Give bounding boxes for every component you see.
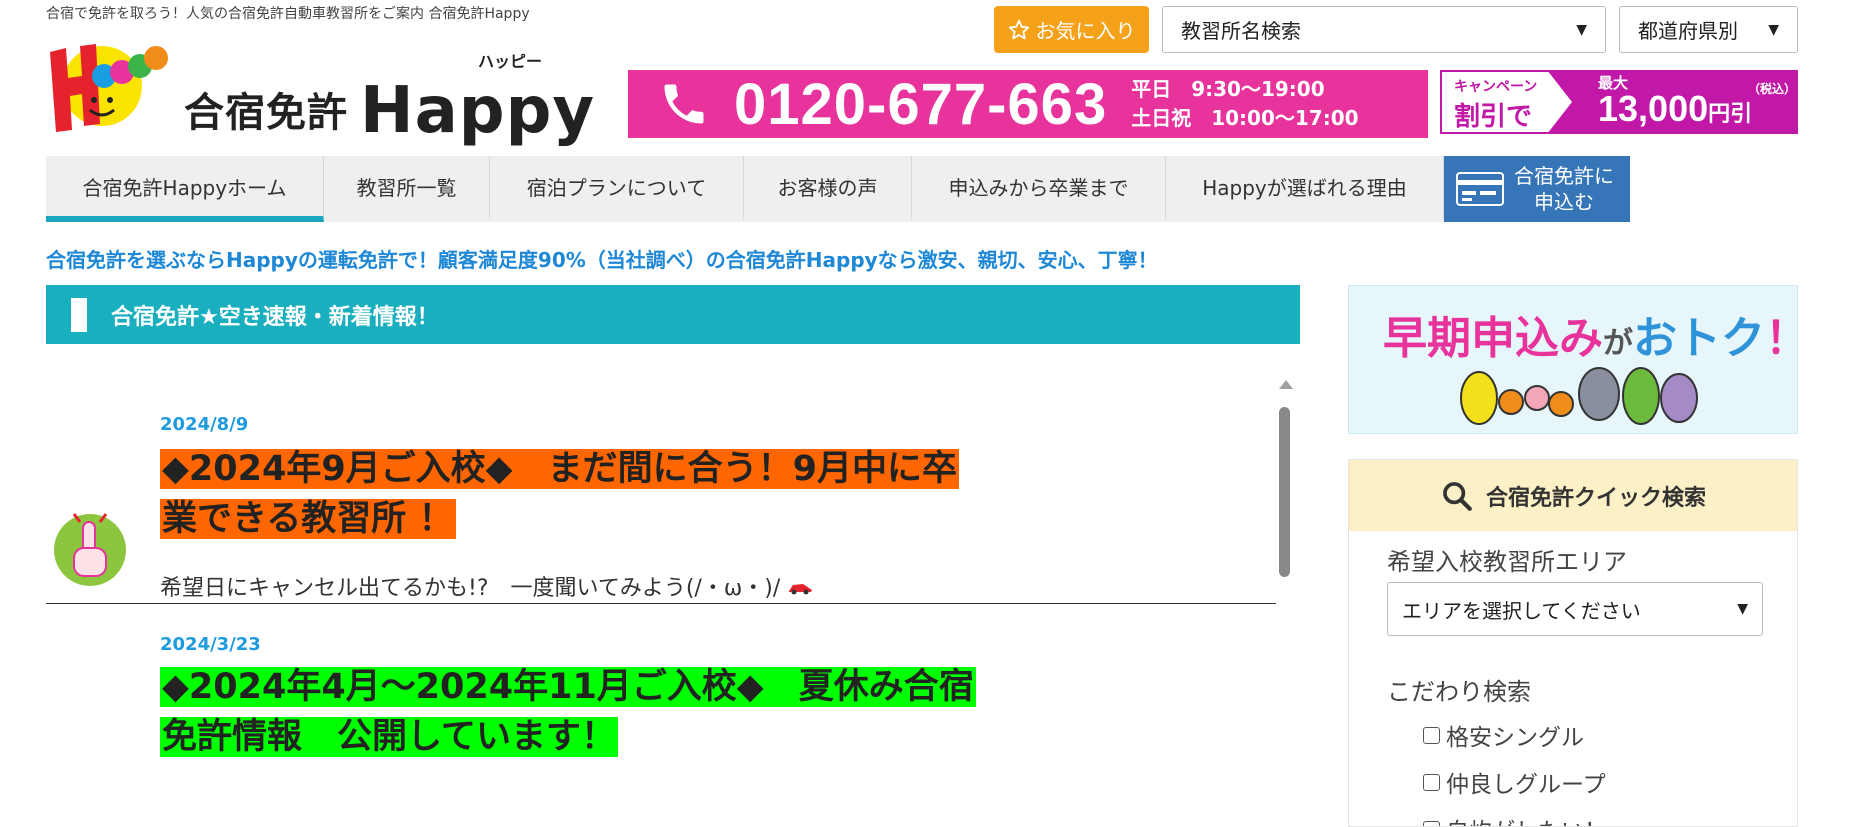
logo-text: 合宿免許 Happy bbox=[184, 68, 595, 148]
apply-label: 合宿免許に 申込む bbox=[1514, 163, 1614, 215]
nav-item-reasons[interactable]: Happyが選ばれる理由 bbox=[1166, 156, 1444, 222]
lead-text: 合宿免許を選ぶならHappyの運転免許で！顧客満足度90%（当社調べ）の合宿免許… bbox=[46, 248, 1158, 272]
mascot-characters-icon bbox=[1460, 367, 1698, 425]
checkbox-box[interactable] bbox=[1423, 726, 1440, 744]
quick-search-header: 合宿免許クイック検索 bbox=[1349, 460, 1797, 531]
campaign-amount: 13,000円引 bbox=[1598, 88, 1752, 130]
campaign-arrow: キャンペーン 割引で bbox=[1442, 72, 1572, 132]
logo-text-main: 合宿免許 bbox=[184, 90, 348, 136]
news-title-line1: ◆2024年9月ご入校◆ まだ間に合う！9月中に卒 bbox=[160, 449, 959, 489]
banner-part3: おトク bbox=[1633, 313, 1765, 364]
news-title[interactable]: ◆2024年9月ご入校◆ まだ間に合う！9月中に卒 業できる教習所 ！ bbox=[160, 444, 1060, 544]
campaign-banner[interactable]: キャンペーン 割引で 最大 （税込） 13,000円引 bbox=[1440, 70, 1798, 134]
pointing-finger-icon bbox=[54, 513, 126, 586]
news-body-text: 希望日にキャンセル出てるかも!? 一度聞いてみよう(/・ω・)/ bbox=[160, 576, 781, 601]
apply-label-line2: 申込む bbox=[1534, 190, 1594, 214]
early-booking-title: 早期申込みがおトク！ bbox=[1383, 302, 1809, 366]
quick-search-title: 合宿免許クイック検索 bbox=[1485, 485, 1706, 511]
early-booking-banner[interactable]: 早期申込みがおトク！ bbox=[1348, 285, 1809, 434]
campaign-unit: 円引 bbox=[1708, 101, 1753, 126]
checkbox-friends-group[interactable]: 仲良しグループ bbox=[1423, 765, 1606, 799]
site-tagline: 合宿で免許を取ろう！人気の合宿免許自動車教習所をご案内 合宿免許Happy bbox=[46, 6, 530, 22]
hours-weekend: 土日祝 10:00～17:00 bbox=[1131, 106, 1359, 130]
checkbox-box[interactable] bbox=[1423, 820, 1440, 826]
checkbox-budget-single[interactable]: 格安シングル bbox=[1423, 718, 1584, 752]
nav-item-flow[interactable]: 申込みから卒業まで bbox=[912, 156, 1166, 222]
phone-icon bbox=[654, 74, 714, 134]
chevron-down-icon: ▼ bbox=[1576, 21, 1587, 38]
news-section-title: 合宿免許★空き速報・新着情報！ bbox=[111, 304, 439, 330]
news-scrollbar[interactable] bbox=[1276, 380, 1294, 827]
banner-part2: が bbox=[1603, 326, 1633, 361]
news-title[interactable]: ◆2024年4月～2024年11月ご入校◆ 夏休み合宿 免許情報 公開しています… bbox=[160, 662, 1060, 762]
nav-item-schools[interactable]: 教習所一覧 bbox=[324, 156, 490, 222]
phone-banner[interactable]: 0120-677-663 平日 9:30～19:00 土日祝 10:00～17:… bbox=[628, 70, 1428, 138]
news-title-line2: 業できる教習所 ！ bbox=[160, 499, 456, 539]
prefecture-select[interactable]: 都道府県別 ▼ bbox=[1619, 6, 1798, 53]
logo-brand: Happy bbox=[360, 74, 596, 148]
checkbox-label: 格安シングル bbox=[1446, 725, 1584, 751]
checkbox-label: 自炊がしたい！ bbox=[1446, 812, 1607, 826]
prefecture-select-value: 都道府県別 bbox=[1638, 19, 1738, 43]
news-date: 2024/8/9 bbox=[160, 414, 249, 435]
news-date: 2024/3/23 bbox=[160, 634, 261, 655]
campaign-amount-value: 13,000 bbox=[1598, 88, 1709, 129]
card-icon bbox=[1456, 172, 1504, 206]
area-select[interactable]: エリアを選択してください ▼ bbox=[1387, 582, 1763, 636]
nav-item-reviews[interactable]: お客様の声 bbox=[744, 156, 912, 222]
section-marker bbox=[71, 297, 87, 332]
banner-part4: ！ bbox=[1765, 313, 1809, 364]
news-body: 希望日にキャンセル出てるかも!? 一度聞いてみよう(/・ω・)/ bbox=[160, 570, 813, 602]
favorite-label: お気に入り bbox=[1035, 19, 1136, 43]
chevron-down-icon: ▼ bbox=[1768, 21, 1779, 38]
campaign-line1: キャンペーン bbox=[1454, 79, 1538, 95]
checkbox-label: 仲良しグループ bbox=[1446, 772, 1606, 798]
car-icon bbox=[789, 584, 813, 595]
banner-part1: 早期申込み bbox=[1383, 313, 1603, 364]
apply-button[interactable]: 合宿免許に 申込む bbox=[1444, 156, 1630, 222]
apply-label-line1: 合宿免許に bbox=[1514, 164, 1614, 188]
news-divider bbox=[46, 603, 1276, 604]
favorite-button[interactable]: お気に入り bbox=[994, 6, 1149, 53]
news-section-header: 合宿免許★空き速報・新着情報！ bbox=[46, 285, 1300, 344]
scroll-up-arrow-icon[interactable] bbox=[1279, 380, 1293, 389]
checkbox-box[interactable] bbox=[1423, 773, 1440, 791]
checkbox-self-catering[interactable]: 自炊がしたい！ bbox=[1423, 812, 1607, 826]
star-icon bbox=[1008, 19, 1029, 39]
search-icon bbox=[1443, 481, 1472, 511]
school-name-select-value: 教習所名検索 bbox=[1181, 19, 1301, 43]
news-title-line1: ◆2024年4月～2024年11月ご入校◆ 夏休み合宿 bbox=[160, 667, 976, 707]
area-label: 希望入校教習所エリア bbox=[1387, 548, 1627, 576]
happy-logo-mark-icon bbox=[50, 44, 168, 132]
scroll-thumb[interactable] bbox=[1279, 407, 1290, 577]
business-hours: 平日 9:30～19:00 土日祝 10:00～17:00 bbox=[1131, 75, 1358, 133]
news-list[interactable]: 2024/8/9 ◆2024年9月ご入校◆ まだ間に合う！9月中に卒 業できる教… bbox=[46, 374, 1300, 827]
school-name-select[interactable]: 教習所名検索 ▼ bbox=[1162, 6, 1606, 53]
phone-number: 0120-677-663 bbox=[734, 71, 1108, 137]
kodawari-label: こだわり検索 bbox=[1387, 678, 1531, 706]
hours-weekday: 平日 9:30～19:00 bbox=[1131, 77, 1325, 101]
area-select-value: エリアを選択してください bbox=[1402, 598, 1641, 623]
main-nav: 合宿免許Happyホーム 教習所一覧 宿泊プランについて お客様の声 申込みから… bbox=[46, 156, 1630, 222]
campaign-line2: 割引で bbox=[1454, 102, 1533, 132]
nav-item-lodging[interactable]: 宿泊プランについて bbox=[490, 156, 744, 222]
site-logo[interactable]: ハッピー 合宿免許 Happy bbox=[44, 34, 610, 148]
campaign-tax: （税込） bbox=[1748, 82, 1797, 96]
chevron-down-icon: ▼ bbox=[1737, 601, 1748, 617]
quick-search-panel: 合宿免許クイック検索 希望入校教習所エリア エリアを選択してください ▼ こだわ… bbox=[1348, 459, 1798, 827]
news-title-line2: 免許情報 公開しています！ bbox=[160, 717, 618, 757]
nav-item-home[interactable]: 合宿免許Happyホーム bbox=[46, 156, 324, 222]
